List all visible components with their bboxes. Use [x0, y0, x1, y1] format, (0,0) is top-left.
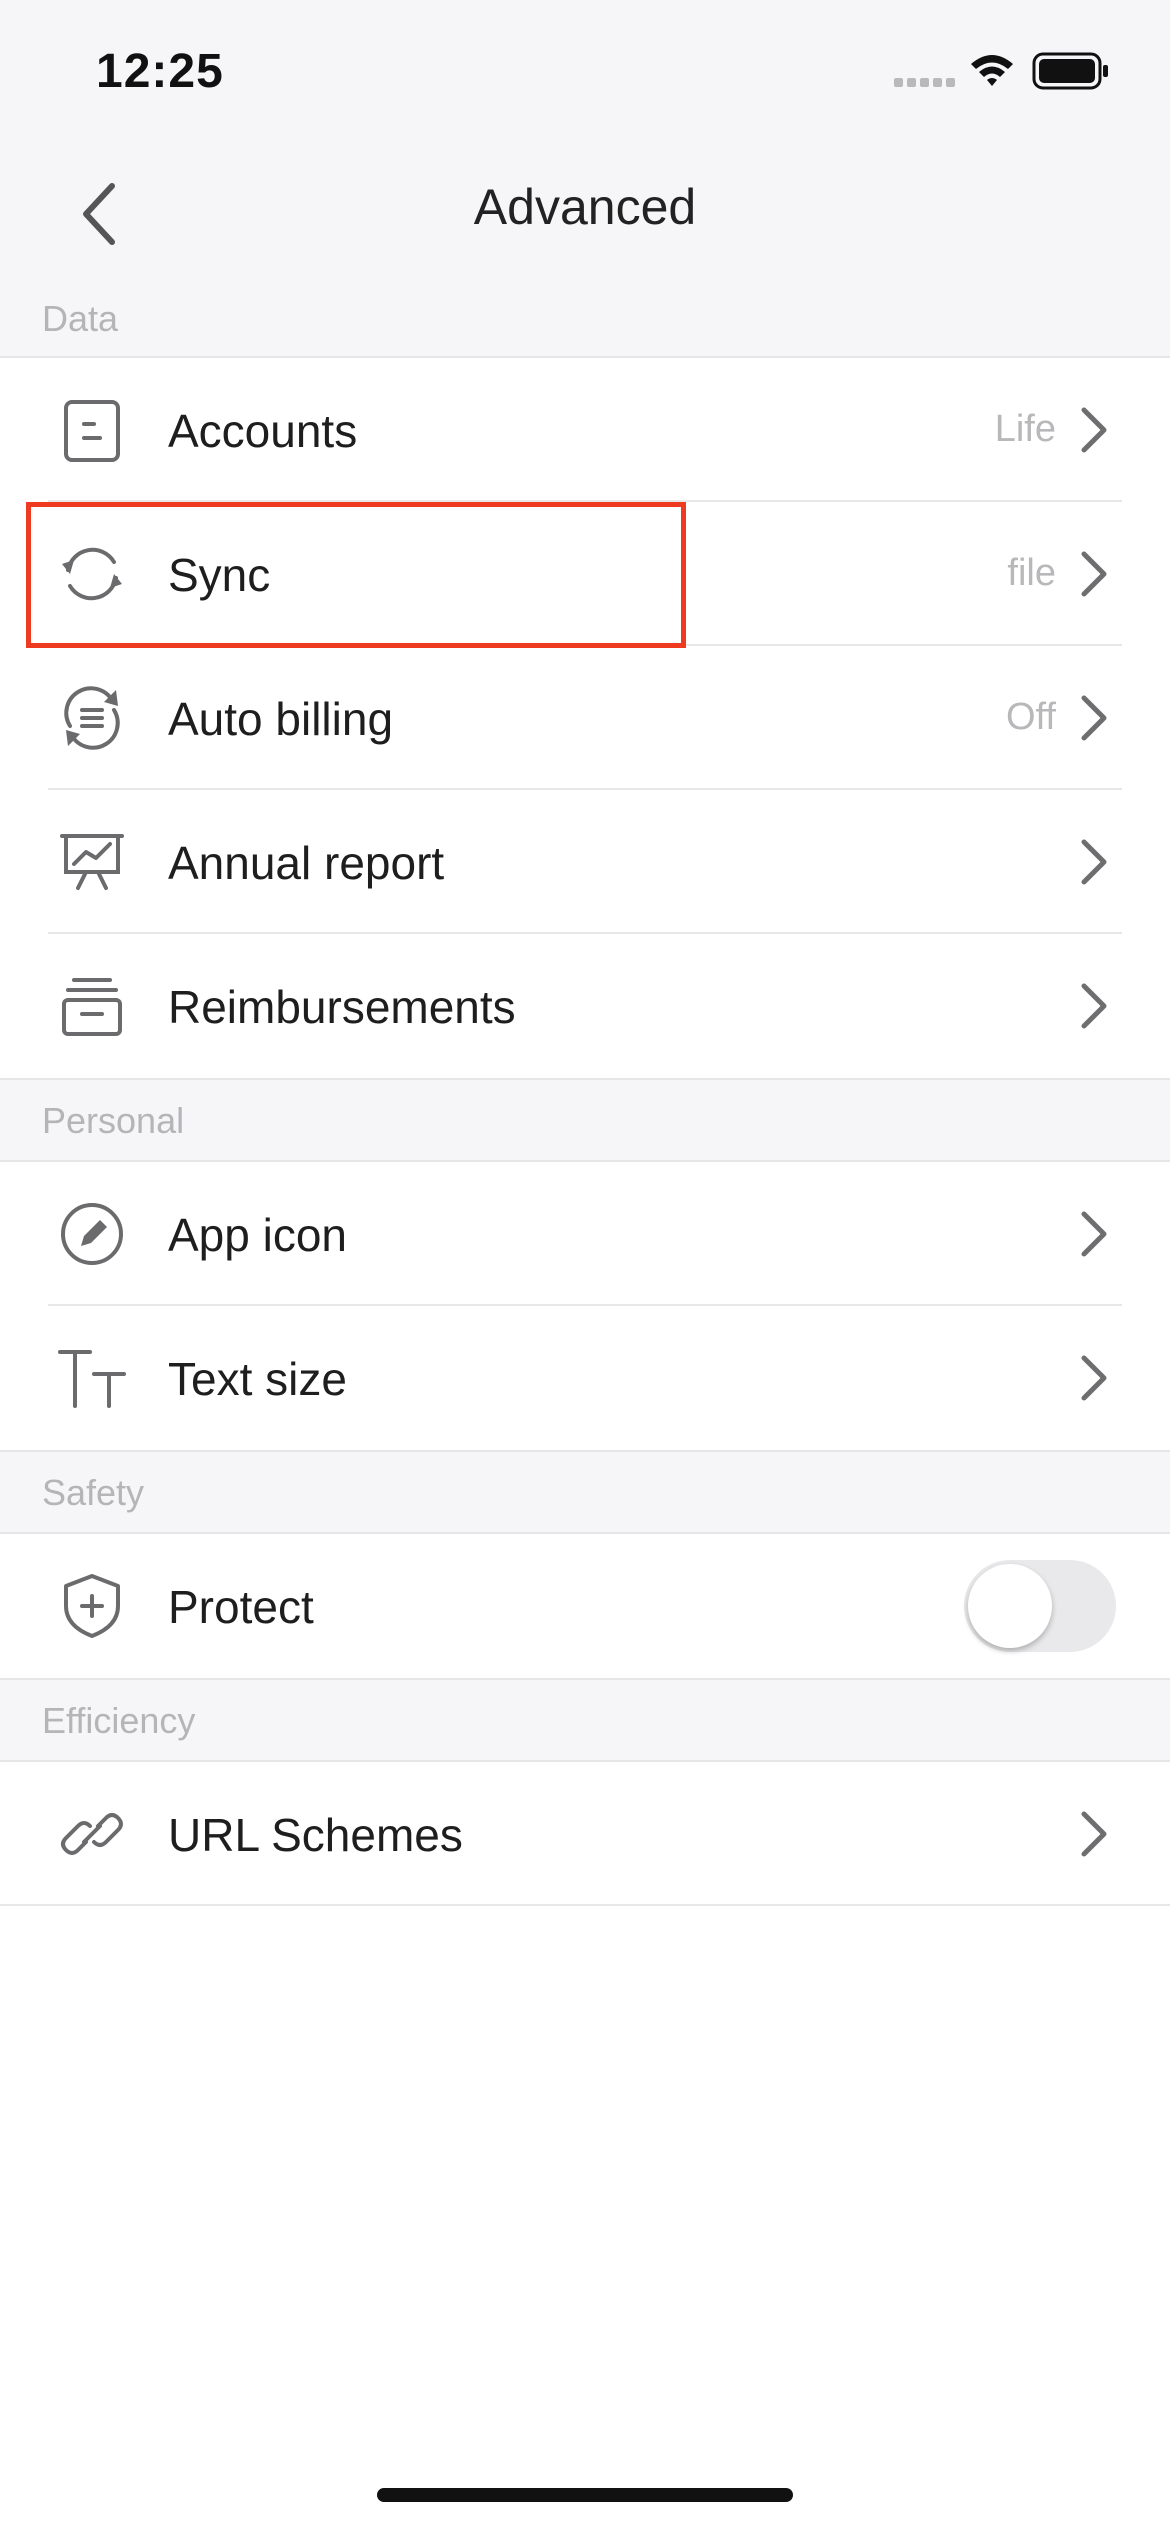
section-header-label: Personal — [42, 1100, 185, 1141]
presentation-chart-icon — [56, 826, 128, 898]
row-url-schemes[interactable]: URL Schemes — [0, 1762, 1170, 1906]
chevron-right-icon — [1081, 407, 1107, 453]
row-annual-report[interactable]: Annual report — [0, 790, 1170, 934]
status-bar: 12:25 — [0, 0, 1170, 140]
row-value: Life — [994, 408, 1056, 450]
row-label: URL Schemes — [168, 1809, 463, 1861]
chevron-right-icon — [1081, 1211, 1107, 1257]
row-sync[interactable]: Sync file — [0, 502, 1170, 646]
status-icons — [894, 52, 1114, 92]
row-label: Auto billing — [168, 693, 394, 745]
row-value: file — [1007, 552, 1056, 594]
navigation-bar: Advanced — [0, 140, 1170, 280]
row-text-size[interactable]: Text size — [0, 1306, 1170, 1450]
cellular-signal-icon — [894, 52, 1108, 90]
row-reimbursements[interactable]: Reimbursements — [0, 934, 1170, 1078]
row-label: Sync — [168, 549, 271, 601]
section-header-data: Data — [0, 280, 1170, 358]
protect-toggle[interactable] — [964, 1560, 1116, 1652]
chevron-right-icon — [1081, 983, 1107, 1029]
row-value: Off — [1006, 696, 1056, 738]
chevron-right-icon — [1081, 839, 1107, 885]
row-label: Protect — [168, 1581, 314, 1633]
row-label: Annual report — [168, 837, 445, 889]
row-auto-billing[interactable]: Auto billing Off — [0, 646, 1170, 790]
home-indicator — [377, 2488, 793, 2502]
section-header-label: Efficiency — [42, 1700, 196, 1741]
row-label: App icon — [168, 1209, 348, 1261]
link-icon — [56, 1798, 128, 1870]
text-size-icon — [56, 1342, 128, 1414]
row-app-icon[interactable]: App icon — [0, 1162, 1170, 1306]
section-header-personal: Personal — [0, 1078, 1170, 1162]
section-header-label: Safety — [42, 1472, 145, 1513]
section-header-safety: Safety — [0, 1450, 1170, 1534]
divider — [0, 1904, 1170, 1906]
battery-icon — [1032, 52, 1108, 90]
row-accounts[interactable]: Accounts Life — [0, 358, 1170, 502]
chevron-right-icon — [1081, 1355, 1107, 1401]
wallet-icon — [56, 394, 128, 466]
sync-icon — [56, 538, 128, 610]
row-label: Text size — [168, 1353, 347, 1405]
wifi-icon — [971, 55, 1013, 86]
status-time: 12:25 — [96, 45, 224, 98]
section-header-efficiency: Efficiency — [0, 1678, 1170, 1762]
row-label: Reimbursements — [168, 981, 516, 1033]
auto-billing-icon — [56, 682, 128, 754]
section-header-label: Data — [42, 298, 119, 339]
row-label: Accounts — [168, 405, 358, 457]
chevron-right-icon — [1081, 695, 1107, 741]
page-title: Advanced — [473, 179, 697, 235]
reimbursement-tray-icon — [56, 970, 128, 1042]
toggle-knob — [968, 1564, 1052, 1648]
chevron-right-icon — [1081, 551, 1107, 597]
pencil-circle-icon — [56, 1198, 128, 1270]
shield-plus-icon — [56, 1570, 128, 1642]
chevron-right-icon — [1081, 1811, 1107, 1857]
row-protect: Protect — [0, 1534, 1170, 1678]
